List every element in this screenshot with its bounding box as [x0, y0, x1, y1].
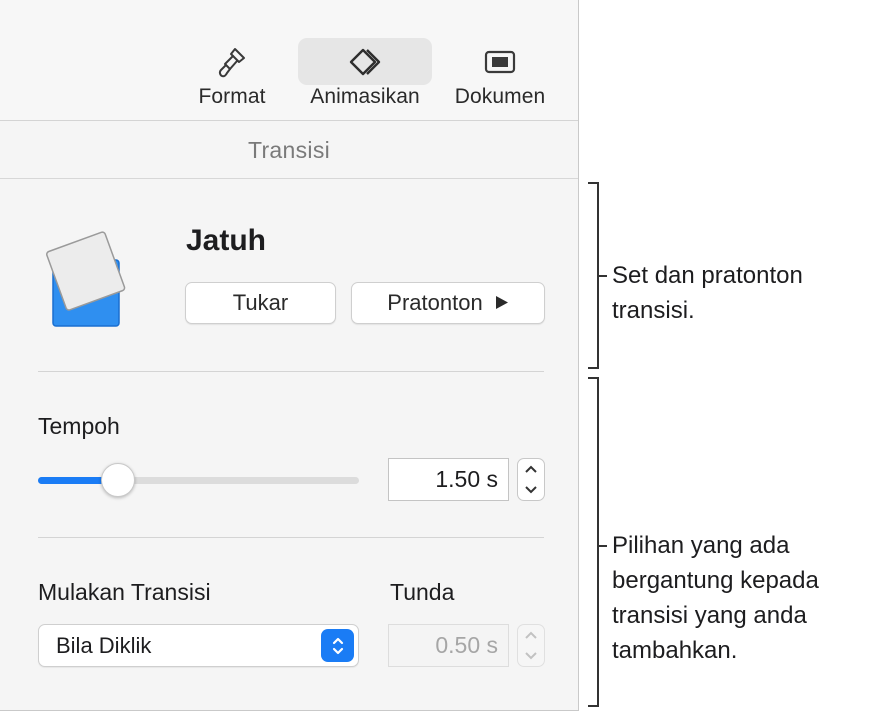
callout-tick-top — [599, 275, 607, 277]
duration-slider-handle[interactable] — [101, 463, 136, 497]
callout-line: Pilihan yang ada — [612, 532, 790, 559]
select-arrows-icon — [321, 629, 354, 662]
duration-field[interactable]: 1.50 s — [388, 458, 509, 501]
section-title: Transisi — [0, 121, 578, 179]
transition-name: Jatuh — [186, 224, 267, 257]
delay-field[interactable]: 0.50 s — [388, 624, 509, 667]
swap-button-label: Tukar — [232, 290, 289, 315]
document-icon — [446, 38, 554, 85]
divider — [38, 537, 544, 538]
delay-stepper[interactable] — [517, 624, 545, 667]
inspector-panel: Format Animasikan Dokumen Transisi Jatuh… — [0, 0, 579, 711]
start-transition-label: Mulakan Transisi — [38, 579, 211, 605]
start-transition-value: Bila Diklik — [56, 633, 152, 658]
callout-line: transisi yang anda — [612, 602, 807, 629]
tab-animate[interactable]: Animasikan — [298, 38, 432, 118]
start-transition-select[interactable]: Bila Diklik — [38, 624, 359, 667]
chevron-up-icon — [525, 465, 537, 473]
chevron-up-icon — [525, 631, 537, 639]
divider — [38, 371, 544, 372]
tab-format[interactable]: Format — [180, 38, 284, 118]
tab-animate-label: Animasikan — [310, 85, 420, 108]
duration-label: Tempoh — [38, 413, 120, 439]
callout-line: transisi. — [612, 297, 695, 324]
play-icon — [495, 290, 509, 316]
delay-decrement[interactable] — [518, 646, 544, 667]
duration-stepper[interactable] — [517, 458, 545, 501]
callout-bracket-bottom — [588, 377, 599, 707]
tab-document[interactable]: Dokumen — [446, 38, 554, 118]
chevron-down-icon — [525, 486, 537, 494]
duration-decrement[interactable] — [518, 480, 544, 501]
callout-tick-bottom — [599, 545, 607, 547]
duration-increment[interactable] — [518, 459, 544, 480]
swap-button[interactable]: Tukar — [185, 282, 336, 324]
callout-line: tambahkan. — [612, 637, 738, 664]
chevron-down-icon — [525, 652, 537, 660]
preview-button-label: Pratonton — [387, 290, 483, 315]
paintbrush-icon — [180, 38, 284, 85]
diamond-icon — [298, 38, 432, 85]
callout-bracket-top — [588, 182, 599, 369]
tab-document-label: Dokumen — [454, 85, 546, 108]
duration-slider[interactable] — [38, 463, 359, 497]
callout-text-top: Set dan pratonton transisi. — [612, 258, 803, 328]
callout-line: Set dan pratonton — [612, 262, 803, 289]
delay-increment[interactable] — [518, 625, 544, 646]
tab-format-label: Format — [198, 85, 266, 108]
delay-label: Tunda — [390, 579, 455, 605]
preview-button[interactable]: Pratonton — [351, 282, 545, 324]
transition-thumbnail[interactable] — [44, 220, 134, 330]
callout-text-bottom: Pilihan yang ada bergantung kepada trans… — [612, 528, 819, 668]
inspector-toolbar: Format Animasikan Dokumen — [0, 0, 578, 121]
callout-line: bergantung kepada — [612, 567, 819, 594]
